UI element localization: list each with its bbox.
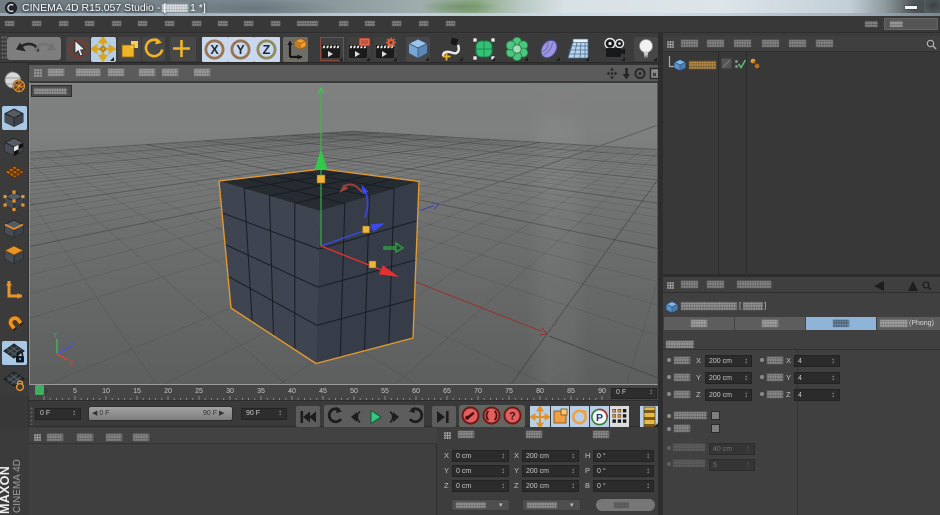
svg-text:40: 40 bbox=[288, 388, 296, 395]
svg-text:20: 20 bbox=[164, 388, 172, 395]
svg-text:75: 75 bbox=[505, 388, 513, 395]
svg-text:85: 85 bbox=[567, 388, 575, 395]
svg-text:35: 35 bbox=[257, 388, 265, 395]
svg-text:5: 5 bbox=[73, 388, 77, 395]
svg-text:25: 25 bbox=[195, 388, 203, 395]
svg-text:30: 30 bbox=[226, 388, 234, 395]
svg-text:90: 90 bbox=[598, 388, 606, 395]
svg-text:0: 0 bbox=[44, 388, 48, 395]
svg-text:55: 55 bbox=[381, 388, 389, 395]
svg-text:10: 10 bbox=[102, 388, 110, 395]
svg-text:15: 15 bbox=[133, 388, 141, 395]
svg-text:?: ? bbox=[509, 411, 516, 423]
svg-text:P: P bbox=[596, 412, 603, 424]
svg-text:60: 60 bbox=[412, 388, 420, 395]
svg-text:45: 45 bbox=[319, 388, 327, 395]
svg-text:50: 50 bbox=[350, 388, 358, 395]
svg-text:65: 65 bbox=[443, 388, 451, 395]
svg-text:Y: Y bbox=[236, 43, 245, 57]
svg-text:X: X bbox=[210, 43, 219, 57]
svg-text:Z: Z bbox=[263, 43, 271, 57]
svg-text:70: 70 bbox=[474, 388, 482, 395]
svg-text:80: 80 bbox=[536, 388, 544, 395]
